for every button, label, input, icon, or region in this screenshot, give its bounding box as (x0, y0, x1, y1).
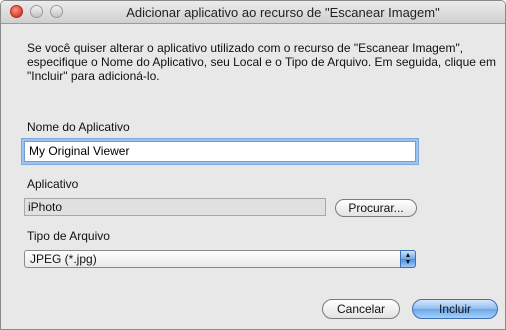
dialog-window: Adicionar aplicativo ao recurso de "Esca… (0, 0, 506, 330)
instructions-text: Se você quiser alterar o aplicativo util… (27, 41, 496, 83)
file-type-selected: JPEG (*.jpg) (30, 252, 97, 266)
include-button[interactable]: Incluir (412, 299, 498, 319)
application-label: Aplicativo (27, 177, 79, 191)
title-bar[interactable]: Adicionar aplicativo ao recurso de "Esca… (1, 1, 505, 24)
minimize-icon[interactable] (30, 5, 43, 18)
cancel-button[interactable]: Cancelar (322, 299, 400, 319)
file-type-label: Tipo de Arquivo (27, 229, 110, 243)
close-icon[interactable] (10, 5, 23, 18)
zoom-icon[interactable] (50, 5, 63, 18)
up-down-arrows-icon: ▲ ▼ (400, 250, 416, 268)
app-name-field[interactable]: My Original Viewer (24, 141, 416, 162)
dialog-content: Se você quiser alterar o aplicativo util… (1, 24, 505, 329)
application-path-field: iPhoto (24, 198, 326, 216)
browse-button[interactable]: Procurar... (335, 199, 417, 217)
file-type-popup[interactable]: JPEG (*.jpg) ▲ ▼ (24, 250, 416, 268)
window-title: Adicionar aplicativo ao recurso de "Esca… (126, 5, 440, 20)
app-name-label: Nome do Aplicativo (27, 120, 130, 134)
